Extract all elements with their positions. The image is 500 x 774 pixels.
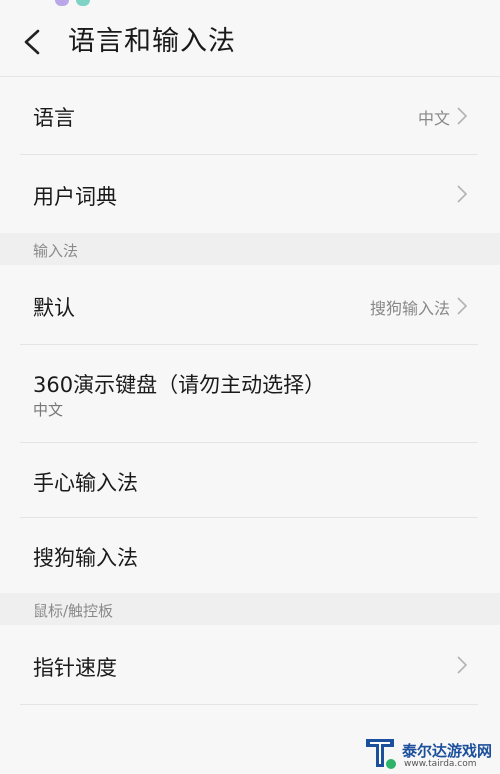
section-header-input-methods: 输入法 (0, 233, 500, 265)
logo-icon (366, 739, 396, 769)
section-title: 输入法 (33, 242, 79, 260)
setting-row-language[interactable]: 语言 中文 (0, 77, 500, 154)
chevron-right-icon (457, 656, 468, 674)
back-button[interactable] (14, 22, 54, 62)
page-title: 语言和输入法 (68, 26, 236, 57)
status-icon (76, 0, 90, 6)
row-label: 指针速度 (33, 656, 117, 680)
setting-row-default[interactable]: 默认 搜狗输入法 (0, 265, 500, 344)
setting-row-pointer-speed[interactable]: 指针速度 (0, 625, 500, 704)
section-header-mouse-touchpad: 鼠标/触控板 (0, 593, 500, 625)
row-value: 搜狗输入法 (369, 299, 450, 318)
setting-row-sogou-input[interactable]: 搜狗输入法 (0, 518, 500, 593)
row-label: 用户词典 (33, 185, 117, 209)
chevron-right-icon (457, 297, 468, 315)
setting-row-user-dictionary[interactable]: 用户词典 (0, 155, 500, 233)
setting-row-shouxin-input[interactable]: 手心输入法 (0, 443, 500, 517)
row-sublabel: 中文 (33, 401, 64, 419)
row-value: 中文 (417, 109, 450, 128)
status-icon (55, 0, 69, 6)
setting-row-360-keyboard[interactable]: 360演示键盘（请勿主动选择） 中文 (0, 345, 500, 442)
row-label: 手心输入法 (33, 471, 138, 495)
watermark: 泰尔达游戏网 www.tairda.com (360, 732, 500, 774)
row-label: 360演示键盘（请勿主动选择） (33, 373, 326, 397)
app-header: 语言和输入法 (0, 8, 500, 77)
chevron-right-icon (457, 107, 468, 125)
watermark-text: 泰尔达游戏网 (402, 742, 493, 760)
row-label: 语言 (33, 106, 75, 130)
divider (20, 704, 478, 705)
row-label: 搜狗输入法 (33, 546, 138, 570)
chevron-left-icon (24, 29, 40, 55)
row-label: 默认 (33, 296, 75, 320)
watermark-url: www.tairda.com (404, 759, 477, 769)
chevron-right-icon (457, 185, 468, 203)
section-title: 鼠标/触控板 (33, 602, 114, 620)
status-bar (0, 0, 500, 8)
